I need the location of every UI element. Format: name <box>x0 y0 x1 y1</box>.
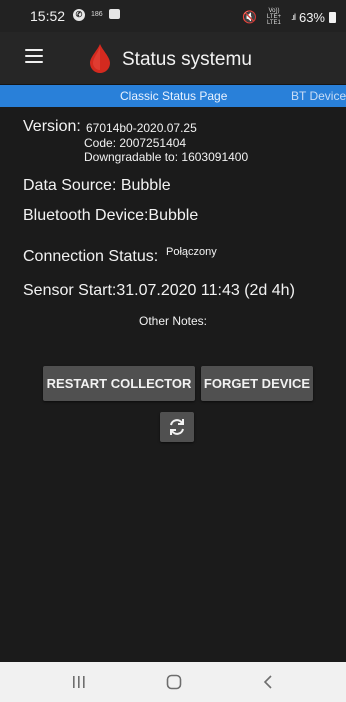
connection-status-label: Connection Status: <box>23 248 159 265</box>
notification-count: 186 <box>91 11 103 18</box>
page-title: Status systemu <box>122 49 252 70</box>
blood-drop-icon <box>90 44 110 73</box>
home-icon[interactable] <box>166 674 182 690</box>
forget-device-button[interactable]: FORGET DEVICE <box>201 366 313 401</box>
other-notes: Other Notes: <box>138 314 208 328</box>
data-source: Data Source: Bubble <box>23 177 171 194</box>
status-content: Version: 67014b0-2020.07.25 Code: 200725… <box>0 107 346 662</box>
status-bar: 15:52 ✆ 186 🔇 Vo)) LTE+ LTE1 .ıl 63% <box>0 0 346 32</box>
battery-icon <box>329 11 336 23</box>
navigation-bar <box>0 662 346 702</box>
version-value: 67014b0-2020.07.25 <box>86 121 197 135</box>
downgradable-line: Downgradable to: 1603091400 <box>84 150 249 164</box>
status-right: 🔇 Vo)) LTE+ LTE1 .ıl 63% <box>242 8 336 26</box>
tab-bt-device[interactable]: BT Device <box>291 89 346 103</box>
bluetooth-device: Bluetooth Device:Bubble <box>23 207 199 224</box>
back-icon[interactable] <box>262 674 274 690</box>
version-label: Version: <box>23 118 81 135</box>
connection-status-value: Połączony <box>166 246 217 258</box>
screen: 15:52 ✆ 186 🔇 Vo)) LTE+ LTE1 .ıl 63% Sta… <box>0 0 346 702</box>
lte-indicator: Vo)) LTE+ LTE1 <box>266 8 281 26</box>
message-icon <box>109 9 120 19</box>
code-line: Code: 2007251404 <box>84 136 187 150</box>
restart-collector-button[interactable]: RESTART COLLECTOR <box>43 366 195 401</box>
refresh-button[interactable] <box>160 412 194 442</box>
mute-icon: 🔇 <box>242 10 257 24</box>
battery-percent: 63% <box>298 9 325 25</box>
tab-bar: Classic Status Page BT Device <box>0 85 346 107</box>
tab-classic-status[interactable]: Classic Status Page <box>120 89 227 103</box>
whatsapp-icon: ✆ <box>73 9 85 21</box>
signal-icon: .ıl <box>290 12 296 22</box>
sensor-start: Sensor Start:31.07.2020 11:43 (2d 4h) <box>23 282 295 299</box>
recents-icon[interactable] <box>72 675 86 689</box>
refresh-icon <box>170 419 184 435</box>
hamburger-icon[interactable] <box>25 49 43 65</box>
app-bar: Status systemu <box>0 32 346 85</box>
status-time: 15:52 <box>30 8 66 24</box>
